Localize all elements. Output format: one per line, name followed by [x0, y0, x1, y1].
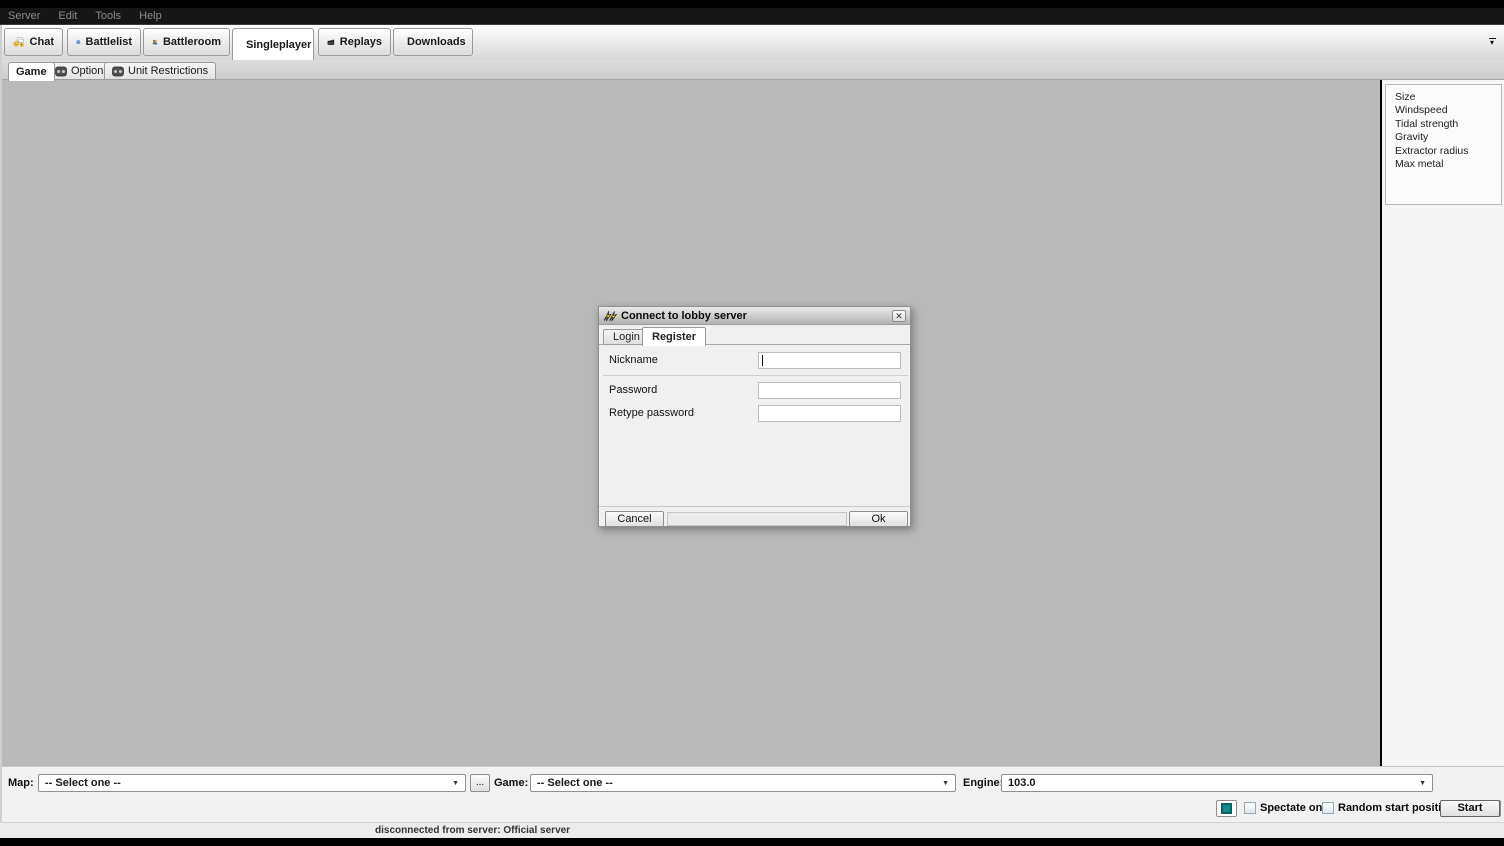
random-start-checkbox[interactable] — [1322, 802, 1334, 814]
chat-icon — [13, 32, 25, 52]
map-info-size: Size — [1395, 91, 1501, 104]
nickname-label: Nickname — [609, 354, 658, 366]
map-label: Map: — [8, 777, 34, 789]
tab-singleplayer-label: Singleplayer — [246, 39, 311, 51]
main-toolbar: Chat Battlelist Battleroom — [2, 25, 1504, 60]
retype-password-label: Retype password — [609, 407, 694, 419]
close-icon[interactable]: ✕ — [892, 310, 906, 322]
tab-chat-label: Chat — [30, 36, 54, 48]
lightning-icon — [603, 310, 617, 322]
connect-dialog: Connect to lobby server ✕ Login Register… — [598, 306, 911, 527]
text-caret — [762, 355, 763, 366]
dialog-separator — [603, 375, 908, 376]
globe-icon — [76, 32, 81, 52]
connection-status-text: disconnected from server: Official serve… — [375, 825, 570, 836]
dialog-button-separator — [599, 506, 910, 507]
subtab-game-label: Game — [16, 66, 47, 78]
statusbar: disconnected from server: Official serve… — [0, 822, 1504, 838]
chevron-down-icon: ▼ — [1419, 780, 1426, 787]
tab-downloads[interactable]: Downloads — [393, 28, 473, 56]
engine-select[interactable]: 103.0 ▼ — [1001, 774, 1433, 792]
ok-button[interactable]: Ok — [849, 511, 908, 527]
dialog-gauge-strip — [667, 512, 847, 526]
game-label: Game: — [494, 777, 528, 789]
password-label: Password — [609, 384, 657, 396]
spectate-only-checkbox[interactable] — [1244, 802, 1256, 814]
cancel-button[interactable]: Cancel — [605, 511, 664, 527]
player-color-swatch — [1221, 803, 1232, 814]
subtab-game[interactable]: Game — [8, 62, 55, 81]
engine-label: Engine: — [963, 777, 1003, 789]
dialog-title: Connect to lobby server — [621, 310, 888, 322]
tab-register[interactable]: Register — [642, 327, 706, 346]
map-info-tidal: Tidal strength — [1395, 118, 1501, 131]
tab-replays[interactable]: Replays — [318, 28, 391, 56]
password-input[interactable] — [758, 382, 901, 399]
tab-login-label: Login — [613, 331, 640, 343]
chevron-down-icon: ▼ — [452, 780, 459, 787]
tab-battlelist-label: Battlelist — [86, 36, 132, 48]
singleplayer-subtabs: Game Options Unit Restrictions — [2, 60, 1504, 80]
nickname-row: Nickname — [599, 352, 910, 370]
map-info-gravity: Gravity — [1395, 131, 1501, 144]
users-icon — [152, 32, 158, 52]
map-browse-button[interactable]: ... — [470, 774, 490, 792]
map-info-panel: Size Windspeed Tidal strength Gravity Ex… — [1382, 80, 1504, 766]
tab-downloads-label: Downloads — [407, 36, 466, 48]
options-icon — [112, 66, 124, 77]
dialog-tabs: Login Register — [599, 327, 910, 345]
retype-password-row: Retype password — [599, 405, 910, 423]
map-info-windspeed: Windspeed — [1395, 104, 1501, 117]
map-select[interactable]: -- Select one -- ▼ — [38, 774, 466, 792]
tab-register-label: Register — [652, 331, 696, 343]
game-select[interactable]: -- Select one -- ▼ — [530, 774, 956, 792]
chevron-down-icon: ▼ — [942, 780, 949, 787]
password-row: Password — [599, 382, 910, 400]
spectate-only-label: Spectate only — [1260, 802, 1332, 814]
subtab-unit-restrictions-label: Unit Restrictions — [128, 65, 208, 77]
engine-select-value: 103.0 — [1008, 777, 1036, 789]
tab-battleroom[interactable]: Battleroom — [143, 28, 230, 56]
options-icon — [55, 66, 67, 77]
map-select-value: -- Select one -- — [45, 777, 121, 789]
nickname-input[interactable] — [758, 352, 901, 369]
tab-singleplayer[interactable]: Singleplayer — [232, 28, 314, 60]
start-button[interactable]: Start — [1440, 800, 1500, 817]
menu-tools[interactable]: Tools — [95, 10, 121, 22]
tab-chat[interactable]: Chat — [4, 28, 63, 56]
menu-help[interactable]: Help — [139, 10, 162, 22]
retype-password-input[interactable] — [758, 405, 901, 422]
clapperboard-icon — [327, 32, 335, 52]
menu-server[interactable]: Server — [8, 10, 40, 22]
subtab-unit-restrictions[interactable]: Unit Restrictions — [104, 62, 216, 80]
map-info-extractor: Extractor radius — [1395, 145, 1501, 158]
map-info-list: Size Windspeed Tidal strength Gravity Ex… — [1385, 84, 1502, 205]
tab-battleroom-label: Battleroom — [163, 36, 221, 48]
game-select-value: -- Select one -- — [537, 777, 613, 789]
menu-edit[interactable]: Edit — [58, 10, 77, 22]
tab-battlelist[interactable]: Battlelist — [67, 28, 141, 56]
bottom-bar: Map: -- Select one -- ▼ ... Game: -- Sel… — [2, 766, 1504, 822]
menubar: Server Edit Tools Help — [0, 8, 1504, 25]
toolbar-overflow-icon[interactable]: ▾ — [1487, 38, 1497, 48]
dialog-titlebar[interactable]: Connect to lobby server ✕ — [599, 307, 910, 325]
tab-replays-label: Replays — [340, 36, 382, 48]
map-info-maxmetal: Max metal — [1395, 158, 1501, 171]
player-color-button[interactable] — [1216, 800, 1237, 817]
app-window: Server Edit Tools Help Chat — [0, 0, 1504, 846]
